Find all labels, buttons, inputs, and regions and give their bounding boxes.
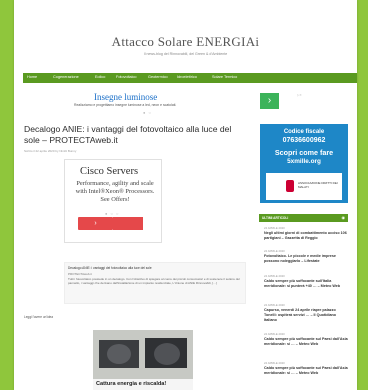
ad-subtitle: Realizziamo e progettiamo insegne lumino… [74, 103, 177, 107]
news-item[interactable]: 24 APRILE 2020 Fotovoltaico. Le piccole … [264, 249, 348, 264]
association-logo-text: ASSOCIAZIONE DIRITTI DEI MALATI [298, 181, 338, 189]
news-date: 24 APRILE 2020 [264, 274, 285, 278]
arrow-right-icon: › [267, 95, 272, 106]
association-logo: ASSOCIAZIONE DIRITTI DEI MALATI [266, 173, 342, 200]
embed-text: Tutti i fotovoltaico possiede in un deca… [68, 277, 240, 285]
embed-source: PROTECTAweb.it [68, 272, 92, 276]
news-title[interactable]: Caldo sempre più soffocante sui Paesi da… [264, 366, 348, 376]
site-title[interactable]: Attacco Solare ENERGIAi [14, 34, 357, 50]
news-item[interactable]: 24 APRILE 2020 Caldo sempre più soffocan… [264, 361, 348, 376]
post-meta: Scritto il 22 aprile 2020 by Nimbl Bunny [24, 149, 77, 153]
cisco-ad[interactable]: Cisco Servers Performance, agility and s… [64, 159, 162, 243]
news-date: 24 APRILE 2020 [264, 249, 285, 253]
sidebar-ad[interactable]: › ▷✕ [260, 93, 322, 113]
main-nav: Home Cogenerazione Eolico Fotovoltaico G… [23, 73, 357, 83]
news-title[interactable]: Caldo sempre più soffocante sull'Italia … [264, 279, 348, 289]
news-date: 24 APRILE 2020 [264, 303, 285, 307]
donation-line1: Codice fiscale [283, 129, 325, 135]
cisco-ad-title[interactable]: Cisco Servers [80, 166, 138, 177]
news-title[interactable]: Negli ultimi giorni di combattimento ucc… [264, 231, 348, 241]
news-date: 24 APRILE 2020 [264, 226, 285, 230]
fan-grill-image [107, 344, 131, 364]
association-logo-icon [286, 180, 294, 192]
site-tagline: Il news-blog del Rinnovabili, del Green … [143, 52, 228, 56]
cisco-ad-dots[interactable]: ● ○ ○ [105, 211, 119, 216]
cisco-ad-button[interactable]: › [78, 217, 113, 230]
news-title[interactable]: Fotovoltaico. Le piccole e medie imprese… [264, 254, 348, 264]
read-more-link[interactable]: Leggi l'avere un'idea [24, 315, 53, 319]
nav-item-solare-termico[interactable]: Solare Termico [212, 75, 237, 79]
post-title[interactable]: Decalogo ANIE: i vantaggi del fotovoltai… [24, 124, 244, 146]
embedded-article[interactable]: Decalogo ANIE: i vantaggi del fotovoltai… [64, 262, 246, 304]
page-frame: Attacco Solare ENERGIAi Il news-blog del… [14, 0, 357, 390]
ad-title[interactable]: Insegne luminose [94, 92, 157, 102]
fan-grill-image [154, 343, 180, 365]
news-item[interactable]: 24 APRILE 2020 Negli ultimi giorni di co… [264, 226, 348, 241]
news-date: 24 APRILE 2020 [264, 361, 285, 365]
nav-item-fotovoltaico[interactable]: Fotovoltaico [116, 75, 136, 79]
sidebar-ad-button[interactable]: › [260, 93, 279, 109]
donation-code: 07636600962 [282, 137, 326, 144]
ad-carousel-dots[interactable]: ● ○ [143, 110, 152, 115]
nav-item-cogenerazione[interactable]: Cogenerazione [53, 75, 79, 79]
arrow-right-icon: › [94, 220, 97, 227]
news-item[interactable]: 24 APRILE 2020 Caldo sempre più soffocan… [264, 274, 348, 289]
news-title[interactable]: Capurso, venerdì 24 aprile riapre palazz… [264, 308, 348, 324]
donation-banner[interactable]: Codice fiscale 07636600962 Scopri come f… [260, 124, 348, 203]
donation-line3: Scopri come fare [274, 148, 334, 157]
article-thumbnail[interactable]: Cattura energia e riscalda! [93, 330, 193, 390]
nav-item-eolico[interactable]: Eolico [95, 75, 105, 79]
ad-choices-icon[interactable]: ▷✕ [297, 93, 302, 97]
latest-articles-header: ULTIMI ARTICOLI ◉ [259, 214, 348, 222]
news-title[interactable]: Caldo sempre più soffocante sul Paesi da… [264, 337, 348, 347]
thumbnail-caption: Cattura energia e riscalda! [93, 379, 193, 390]
cisco-ad-body: Performance, agility and scale with Inte… [75, 180, 155, 203]
cisco-ad-button-extension[interactable] [113, 217, 143, 230]
news-item[interactable]: 24 APRILE 2020 Caldo sempre più soffocan… [264, 332, 348, 347]
nav-item-home[interactable]: Home [27, 75, 37, 79]
news-date: 24 APRILE 2020 [264, 332, 285, 336]
donation-site: 5xmille.org [287, 158, 321, 165]
nav-item-geotermico[interactable]: Geotermico [148, 75, 168, 79]
nav-item-idroelettrico[interactable]: Idroelettrico [177, 75, 197, 79]
embed-title[interactable]: Decalogo ANIE: i vantaggi del fotovoltai… [68, 266, 152, 270]
rss-icon[interactable]: ◉ [342, 215, 346, 220]
latest-articles-title: ULTIMI ARTICOLI [262, 215, 289, 220]
news-item[interactable]: 24 APRILE 2020 Capurso, venerdì 24 april… [264, 303, 348, 324]
